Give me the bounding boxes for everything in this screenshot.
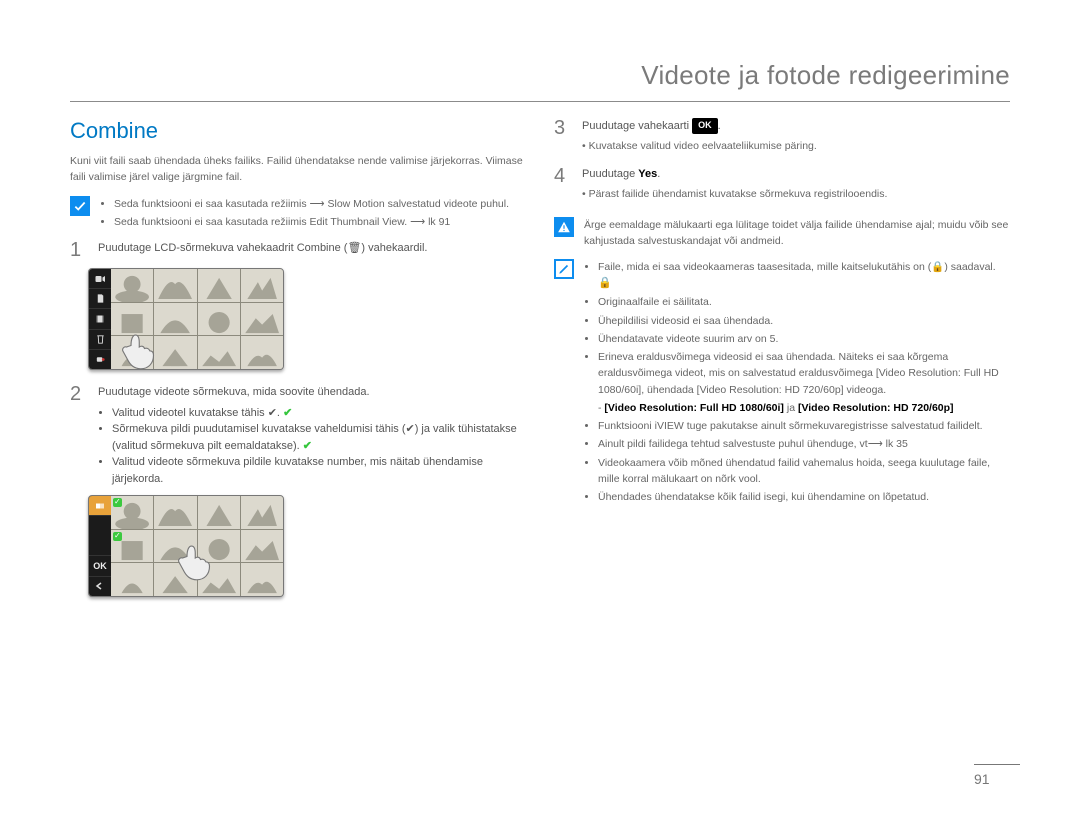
cells — [111, 496, 283, 596]
page-number: 91 — [974, 764, 1020, 787]
note-item: Ühepildilisi videosid ei saa ühendada. — [598, 313, 1010, 329]
warning-text: Ärge eemaldage mälukaarti ega lülitage t… — [584, 217, 1010, 250]
check-icon: ✔ — [303, 440, 312, 452]
step2-bullet-3: Valitud videote sõrmekuva pildile kuvata… — [112, 454, 526, 487]
tip-line-1: Seda funktsiooni ei saa kasutada režiimi… — [114, 196, 526, 212]
left-column: Combine Kuni viit faili saab ühendada üh… — [70, 118, 526, 611]
side-btn-film-icon[interactable] — [89, 309, 111, 329]
side-btn-ok[interactable]: OK — [89, 556, 111, 576]
notes-list: Faile, mida ei saa videokaameras taasesi… — [584, 259, 1010, 508]
side-btn-trash-icon[interactable] — [89, 330, 111, 350]
note-item: Faile, mida ei saa videokaameras taasesi… — [598, 259, 1010, 292]
lock-icon: 🔒 — [598, 275, 612, 292]
side-btn-combine-icon[interactable] — [89, 496, 111, 516]
tip-line-2: Seda funktsiooni ei saa kasutada režiimi… — [114, 214, 526, 230]
step-4-text: Puudutage Yes. • Pärast failide ühendami… — [582, 166, 1010, 208]
warning-icon — [554, 217, 574, 237]
divider — [70, 101, 1010, 102]
right-column: 3 Puudutage vahekaarti OK. • Kuvatakse v… — [554, 118, 1010, 611]
check-note-icon — [70, 196, 90, 216]
res-a: [Video Resolution: Full HD 1080/60i] — [604, 402, 784, 414]
side-btn-sd-icon[interactable] — [89, 289, 111, 309]
thumbnail-grid-2: OK — [88, 495, 284, 597]
note-item: Ühendatavate videote suurim arv on 5. — [598, 331, 1010, 347]
thumbnail-grid-1 — [88, 268, 284, 370]
note-item: Originaalfaile ei säilitata. — [598, 294, 1010, 310]
step-2-number: 2 — [70, 384, 88, 487]
step-2-text: Puudutage videote sõrmekuva, mida soovit… — [98, 384, 526, 487]
side-btn-back-icon[interactable] — [89, 577, 111, 596]
side-btn-video-icon[interactable] — [89, 269, 111, 289]
step-4-number: 4 — [554, 166, 572, 208]
step-3-number: 3 — [554, 118, 572, 160]
step2-bullet-1: Valitud videotel kuvatakse tähis ✔. ✔ — [112, 405, 526, 422]
res-b: [Video Resolution: HD 720/60p] — [798, 402, 954, 414]
pencil-note-icon — [554, 259, 574, 279]
step2-bullet-2: Sõrmekuva pildi puudutamisel kuvatakse v… — [112, 421, 526, 454]
section-title: Combine — [70, 118, 526, 144]
ok-badge: OK — [692, 118, 718, 134]
note-item: Ainult pildi failidega tehtud salvestust… — [598, 436, 1010, 452]
intro-paragraph: Kuni viit faili saab ühendada üheks fail… — [70, 154, 526, 186]
note-item: Erineva eraldusvõimega videosid ei saa ü… — [598, 349, 1010, 416]
page-title: Videote ja fotode redigeerimine — [70, 60, 1010, 91]
yes-label: Yes — [638, 168, 657, 180]
side-btn-rec-icon[interactable] — [89, 350, 111, 369]
step-3-text: Puudutage vahekaarti OK. • Kuvatakse val… — [582, 118, 1010, 160]
note-item: Funktsiooni iVIEW tuge pakutakse ainult … — [598, 418, 1010, 434]
check-icon: ✔ — [283, 407, 292, 419]
step-1-number: 1 — [70, 240, 88, 260]
note-item: Ühendades ühendatakse kõik failid isegi,… — [598, 489, 1010, 505]
note-item: Videokaamera võib mõned ühendatud failid… — [598, 455, 1010, 488]
cells — [111, 269, 283, 369]
step-1-text: Puudutage LCD-sõrmekuva vahekaadrit Comb… — [98, 240, 526, 260]
note-text-1: Seda funktsiooni ei saa kasutada režiimi… — [100, 196, 526, 233]
